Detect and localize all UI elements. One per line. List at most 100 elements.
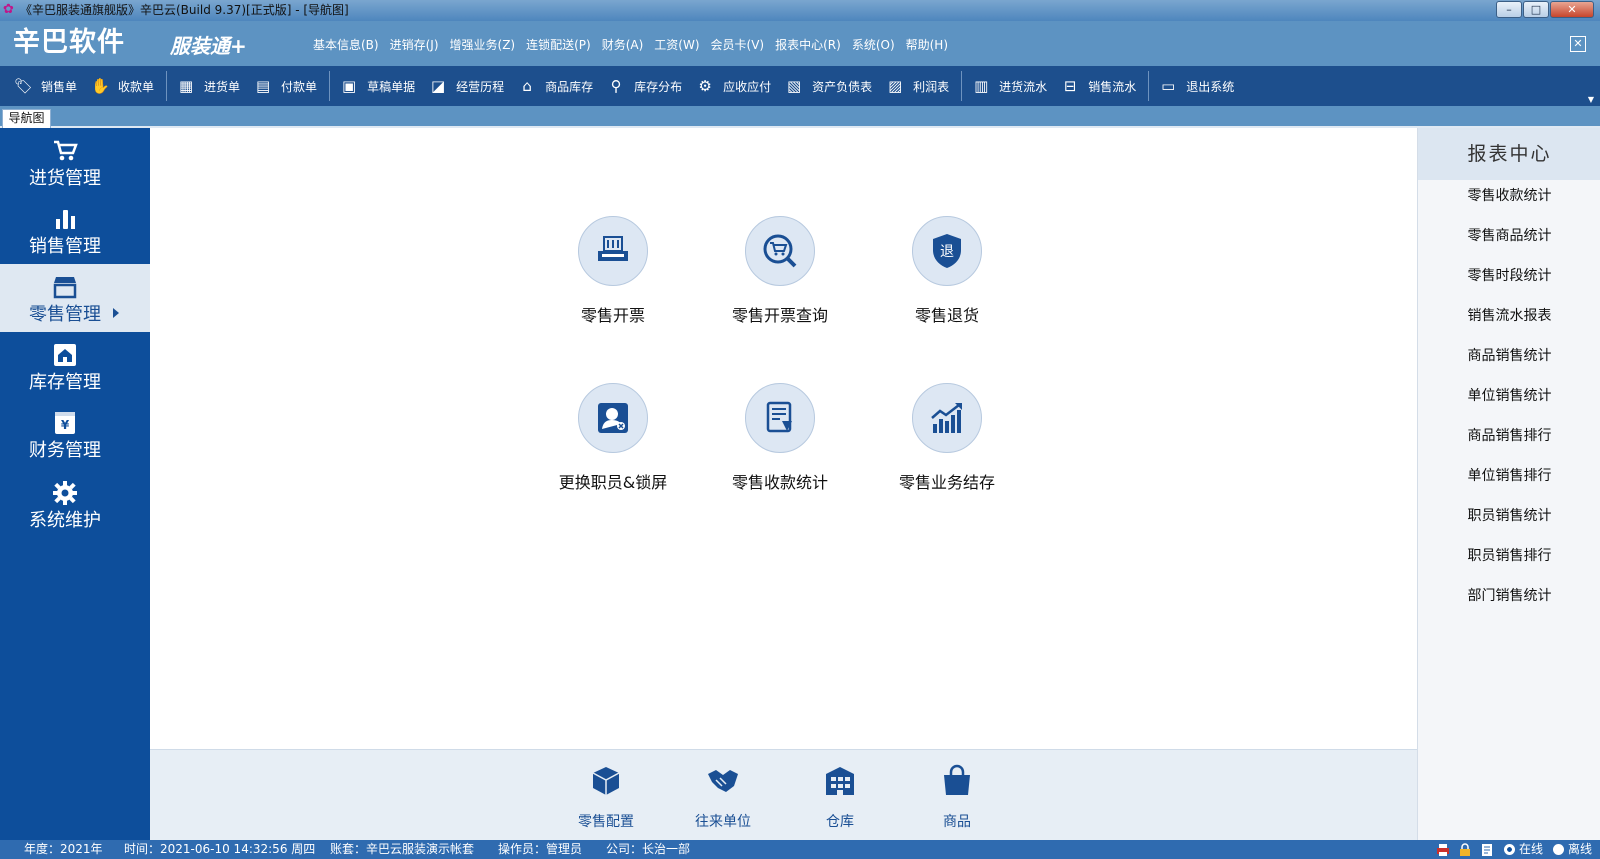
menu-inventory[interactable]: 进销存(J) <box>390 37 439 53</box>
func-icon-circle <box>578 216 648 286</box>
toolbar-divider <box>961 71 963 101</box>
quick-products[interactable]: 商品 <box>912 764 1002 831</box>
menu-finance[interactable]: 财务(A) <box>602 37 644 53</box>
menu-report-center[interactable]: 报表中心(R) <box>775 37 841 53</box>
sidebar-item-sales[interactable]: 销售管理 <box>0 196 150 264</box>
toolbar-divider <box>1148 71 1150 101</box>
report-icon <box>766 401 792 433</box>
payment-icon: ▤ <box>255 77 271 95</box>
return-shield-icon: 退 <box>933 234 961 268</box>
cart-search-icon <box>763 234 797 268</box>
sidebar-item-purchase[interactable]: 进货管理 <box>0 128 150 196</box>
tool-label: 利润表 <box>913 79 950 94</box>
monitor-icon: ▭ <box>1161 77 1176 95</box>
box-icon <box>592 767 620 795</box>
tool-sales-order[interactable]: 🏷 销售单 <box>8 66 85 106</box>
tool-label: 进货单 <box>204 79 241 94</box>
sidebar-item-finance[interactable]: ¥ 财务管理 <box>0 400 150 468</box>
user-switch-icon <box>598 403 628 433</box>
report-link[interactable]: 零售收款统计 <box>1418 186 1600 206</box>
tool-product-stock[interactable]: ⌂ 商品库存 <box>512 66 601 106</box>
shopping-bag-icon <box>944 764 970 795</box>
func-label: 零售开票查询 <box>731 306 828 325</box>
sidebar-label: 零售管理 <box>29 304 101 325</box>
report-link[interactable]: 职员销售统计 <box>1418 506 1600 526</box>
main-menu: 基本信息(B) 进销存(J) 增强业务(Z) 连锁配送(P) 财务(A) 工资(… <box>313 37 959 53</box>
report-link[interactable]: 零售时段统计 <box>1418 266 1600 286</box>
tool-purchase-journal[interactable]: ▥ 进货流水 <box>966 66 1055 106</box>
report-link[interactable]: 商品销售排行 <box>1418 426 1600 446</box>
report-link[interactable]: 商品销售统计 <box>1418 346 1600 366</box>
sidebar-item-inventory[interactable]: 库存管理 <box>0 332 150 400</box>
report-link[interactable]: 单位销售排行 <box>1418 466 1600 486</box>
minimize-button[interactable]: – <box>1496 1 1522 18</box>
sidebar-label: 销售管理 <box>29 236 101 257</box>
tool-receipt[interactable]: ✋ 收款单 <box>85 66 162 106</box>
sidebar-item-retail[interactable]: 零售管理 <box>0 264 150 332</box>
maximize-button[interactable]: □ <box>1523 1 1549 18</box>
quick-partners[interactable]: 往来单位 <box>678 764 768 831</box>
report-center-title: 报表中心 <box>1418 128 1600 180</box>
tool-label: 应收应付 <box>723 79 772 94</box>
func-retail-payment-stats[interactable]: 零售收款统计 <box>705 383 855 493</box>
menu-member-card[interactable]: 会员卡(V) <box>711 37 765 53</box>
offline-radio[interactable] <box>1552 844 1564 855</box>
func-label: 更换职员&锁屏 <box>558 473 668 492</box>
menu-system[interactable]: 系统(O) <box>852 37 895 53</box>
report-link[interactable]: 销售流水报表 <box>1418 306 1600 326</box>
func-retail-balance[interactable]: 零售业务结存 <box>872 383 1022 493</box>
product-logo: 服装通+ <box>170 34 247 58</box>
menu-payroll[interactable]: 工资(W) <box>654 37 699 53</box>
tool-profit-statement[interactable]: ▨ 利润表 <box>880 66 957 106</box>
tool-exit-system[interactable]: ▭ 退出系统 <box>1153 66 1242 106</box>
tool-sales-journal[interactable]: ⊟ 销售流水 <box>1055 66 1144 106</box>
quick-label: 仓库 <box>826 814 854 830</box>
menu-basic-info[interactable]: 基本信息(B) <box>313 37 379 53</box>
func-icon-circle <box>912 383 982 453</box>
quick-label: 零售配置 <box>578 814 634 830</box>
online-radio[interactable] <box>1503 844 1515 855</box>
tool-label: 销售流水 <box>1088 79 1137 94</box>
toolbar-overflow-icon[interactable]: ▼ <box>1588 95 1594 104</box>
tool-payment[interactable]: ▤ 付款单 <box>248 66 325 106</box>
window-controls: – □ ✕ <box>1495 1 1594 18</box>
quick-retail-config[interactable]: 零售配置 <box>561 764 651 831</box>
func-switch-staff-lock[interactable]: 更换职员&锁屏 <box>538 383 688 493</box>
toolbar-divider <box>166 71 168 101</box>
report-link[interactable]: 零售商品统计 <box>1418 226 1600 246</box>
receive-money-icon: ✋ <box>91 77 110 95</box>
func-retail-invoice[interactable]: 零售开票 <box>538 216 688 326</box>
menu-chain-delivery[interactable]: 连锁配送(P) <box>526 37 591 53</box>
tool-business-history[interactable]: ◪ 经营历程 <box>423 66 512 106</box>
window-titlebar: ✿ 《辛巴服装通旗舰版》辛巴云(Build 9.37)[正式版] - [导航图]… <box>0 0 1600 21</box>
report-link[interactable]: 职员销售排行 <box>1418 546 1600 566</box>
status-right-group: 在线 离线 <box>1428 840 1592 859</box>
tool-receivable-payable[interactable]: ⚙ 应收应付 <box>690 66 779 106</box>
tool-label: 销售单 <box>41 79 78 94</box>
report-link[interactable]: 部门销售统计 <box>1418 586 1600 606</box>
report-center-panel: 报表中心 零售收款统计 零售商品统计 零售时段统计 销售流水报表 商品销售统计 … <box>1417 128 1600 840</box>
sidebar-item-system[interactable]: 系统维护 <box>0 470 150 538</box>
lock-icon[interactable] <box>1458 842 1472 857</box>
func-retail-invoice-query[interactable]: 零售开票查询 <box>705 216 855 326</box>
func-icon-circle <box>745 216 815 286</box>
sidebar-label: 库存管理 <box>29 372 101 393</box>
menu-help[interactable]: 帮助(H) <box>906 37 948 53</box>
tool-stock-distribution[interactable]: ⚲ 库存分布 <box>601 66 690 106</box>
tool-purchase-order[interactable]: ▦ 进货单 <box>171 66 248 106</box>
func-icon-circle: 退 <box>912 216 982 286</box>
tool-balance-sheet[interactable]: ▧ 资产负债表 <box>779 66 880 106</box>
report-link[interactable]: 单位销售统计 <box>1418 386 1600 406</box>
func-retail-return[interactable]: 退 零售退货 <box>872 216 1022 326</box>
quick-warehouse[interactable]: 仓库 <box>795 764 885 831</box>
menu-enhanced[interactable]: 增强业务(Z) <box>450 37 516 53</box>
close-document-button[interactable]: ✕ <box>1570 36 1586 52</box>
tab-navigation-map[interactable]: 导航图 <box>2 109 51 128</box>
func-label: 零售收款统计 <box>731 473 828 492</box>
status-year: 年度：2021年 <box>24 842 103 856</box>
printer-icon[interactable] <box>1436 843 1450 857</box>
func-label: 零售开票 <box>580 306 645 325</box>
tool-drafts[interactable]: ▣ 草稿单据 <box>334 66 423 106</box>
notice-icon[interactable] <box>1480 843 1494 857</box>
close-window-button[interactable]: ✕ <box>1550 1 1594 18</box>
